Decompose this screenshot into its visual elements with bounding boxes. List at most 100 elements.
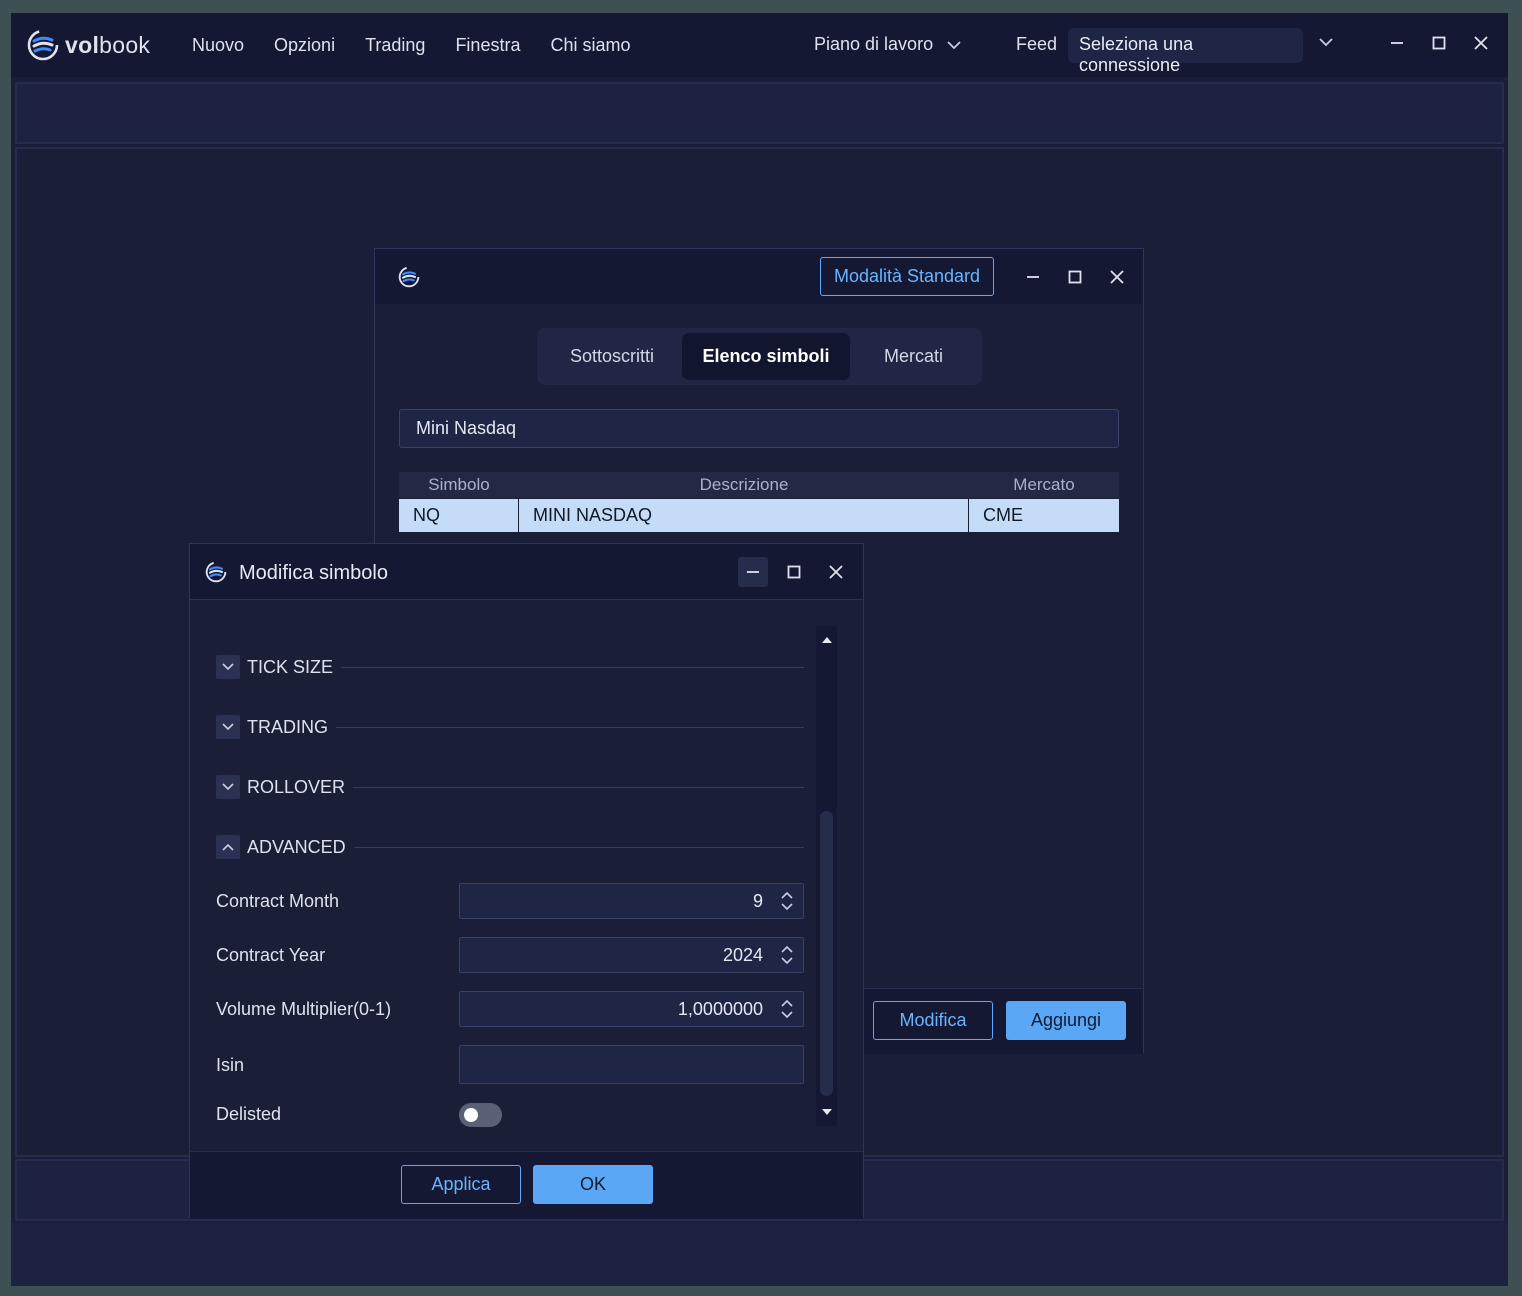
contract-month-label: Contract Month — [216, 891, 340, 911]
section-divider — [353, 786, 804, 788]
edit-minimize-button[interactable] — [738, 557, 768, 587]
chevron-down-icon[interactable] — [216, 715, 240, 739]
delisted-label: Delisted — [216, 1104, 282, 1124]
workspace-label: Piano di lavoro — [814, 34, 934, 54]
modify-button[interactable]: Modifica — [873, 1001, 993, 1040]
column-header-mercato[interactable]: Mercato — [969, 472, 1119, 498]
triangle-up-icon — [821, 637, 832, 643]
section-label: TRADING — [247, 716, 328, 737]
connection-chevron-down-icon[interactable] — [1319, 37, 1333, 47]
volbook-logo-icon — [205, 561, 227, 583]
bottom-panel — [11, 1223, 1508, 1286]
edit-close-button[interactable] — [826, 562, 846, 582]
workspace-dropdown[interactable]: Piano di lavoro — [814, 34, 961, 55]
contract-month-input[interactable]: 9 — [459, 883, 804, 919]
volbook-logo-icon — [398, 266, 420, 288]
symbols-maximize-button[interactable] — [1065, 267, 1085, 287]
section-advanced[interactable]: ADVANCED — [216, 834, 804, 860]
app-close-button[interactable] — [1471, 33, 1491, 53]
contract-month-value: 9 — [752, 891, 763, 911]
maximize-icon — [1068, 270, 1082, 284]
cell-description: MINI NASDAQ — [519, 499, 969, 532]
column-header-descrizione[interactable]: Descrizione — [519, 472, 969, 498]
app-logo-text: volbook — [65, 31, 151, 58]
contract-year-label: Contract Year — [216, 945, 326, 965]
chevron-down-icon[interactable] — [216, 775, 240, 799]
section-label: ROLLOVER — [247, 776, 346, 797]
apply-button[interactable]: Applica — [401, 1165, 521, 1204]
tab-sottoscritti[interactable]: Sottoscritti — [542, 333, 682, 380]
volume-multiplier-label: Volume Multiplier(0-1) — [216, 999, 392, 1019]
contract-year-value: 2024 — [722, 945, 763, 965]
scroll-up-button[interactable] — [816, 628, 837, 652]
section-trading[interactable]: TRADING — [216, 714, 804, 740]
minimize-icon — [1027, 276, 1039, 278]
scroll-down-button[interactable] — [816, 1100, 837, 1124]
app-titlebar: volbook Nuovo Opzioni Trading Finestra C… — [11, 13, 1508, 77]
delisted-toggle[interactable] — [459, 1103, 502, 1127]
spinner-icon[interactable] — [780, 944, 794, 966]
tab-elenco-simboli[interactable]: Elenco simboli — [682, 333, 850, 380]
tab-mercati[interactable]: Mercati — [850, 333, 977, 380]
close-icon — [1474, 36, 1488, 50]
edit-scrollbar[interactable] — [816, 626, 837, 1126]
symbols-close-button[interactable] — [1107, 267, 1127, 287]
close-icon — [829, 565, 843, 579]
minimize-icon — [1391, 42, 1403, 44]
section-divider — [353, 846, 804, 848]
edit-symbol-dialog: Modifica simbolo TICK SIZE TRADING ROLLO… — [189, 543, 864, 1219]
triangle-down-icon — [821, 1109, 832, 1115]
spinner-icon[interactable] — [780, 998, 794, 1020]
maximize-icon — [1432, 36, 1446, 50]
app-logo: volbook — [25, 27, 150, 63]
contract-year-input[interactable]: 2024 — [459, 937, 804, 973]
section-label: ADVANCED — [247, 836, 346, 857]
section-divider — [336, 726, 804, 728]
main-menu: Nuovo Opzioni Trading Finestra Chi siamo — [192, 13, 661, 77]
edit-maximize-button[interactable] — [784, 562, 804, 582]
ok-button[interactable]: OK — [533, 1165, 653, 1204]
edit-symbol-titlebar[interactable]: Modifica simbolo — [190, 544, 863, 600]
standard-mode-button[interactable]: Modalità Standard — [820, 257, 994, 296]
connection-select[interactable]: Seleziona una connessione — [1068, 28, 1303, 75]
minimize-icon — [747, 571, 759, 573]
cell-symbol: NQ — [399, 499, 519, 532]
app-minimize-button[interactable] — [1387, 33, 1407, 53]
volume-multiplier-value: 1,0000000 — [677, 999, 763, 1019]
volbook-logo-icon — [27, 29, 59, 61]
section-tick-size[interactable]: TICK SIZE — [216, 654, 804, 680]
chevron-down-icon — [947, 40, 961, 49]
isin-label: Isin — [216, 1055, 245, 1075]
close-icon — [1110, 270, 1124, 284]
toggle-knob — [464, 1108, 478, 1122]
section-divider — [341, 666, 804, 668]
maximize-icon — [787, 565, 801, 579]
symbol-search-input[interactable]: Mini Nasdaq — [399, 409, 1119, 448]
isin-input[interactable] — [459, 1045, 804, 1084]
feed-label: Feed — [1016, 34, 1058, 54]
chevron-down-icon[interactable] — [216, 655, 240, 679]
scroll-thumb[interactable] — [820, 811, 833, 1096]
add-button[interactable]: Aggiungi — [1006, 1001, 1126, 1040]
menu-item-finestra[interactable]: Finestra — [455, 35, 520, 56]
spinner-icon[interactable] — [780, 890, 794, 912]
menu-item-nuovo[interactable]: Nuovo — [192, 35, 244, 56]
table-row[interactable]: NQ MINI NASDAQ CME — [399, 499, 1119, 532]
symbols-grid-header: Simbolo Descrizione Mercato — [399, 472, 1119, 498]
menu-item-opzioni[interactable]: Opzioni — [274, 35, 335, 56]
app-maximize-button[interactable] — [1429, 33, 1449, 53]
volume-multiplier-input[interactable]: 1,0000000 — [459, 991, 804, 1027]
section-label: TICK SIZE — [247, 656, 334, 677]
toolbar-area — [15, 82, 1504, 144]
edit-symbol-footer: Applica OK — [190, 1151, 863, 1219]
symbols-window-titlebar[interactable]: Modalità Standard — [375, 249, 1143, 304]
chevron-up-icon[interactable] — [216, 835, 240, 859]
symbols-minimize-button[interactable] — [1023, 267, 1043, 287]
symbols-tabs: Sottoscritti Elenco simboli Mercati — [537, 328, 982, 385]
section-rollover[interactable]: ROLLOVER — [216, 774, 804, 800]
menu-item-trading[interactable]: Trading — [365, 35, 425, 56]
column-header-simbolo[interactable]: Simbolo — [399, 472, 519, 498]
menu-item-chi-siamo[interactable]: Chi siamo — [550, 35, 630, 56]
edit-symbol-title: Modifica simbolo — [239, 562, 388, 584]
cell-market: CME — [983, 505, 1023, 525]
